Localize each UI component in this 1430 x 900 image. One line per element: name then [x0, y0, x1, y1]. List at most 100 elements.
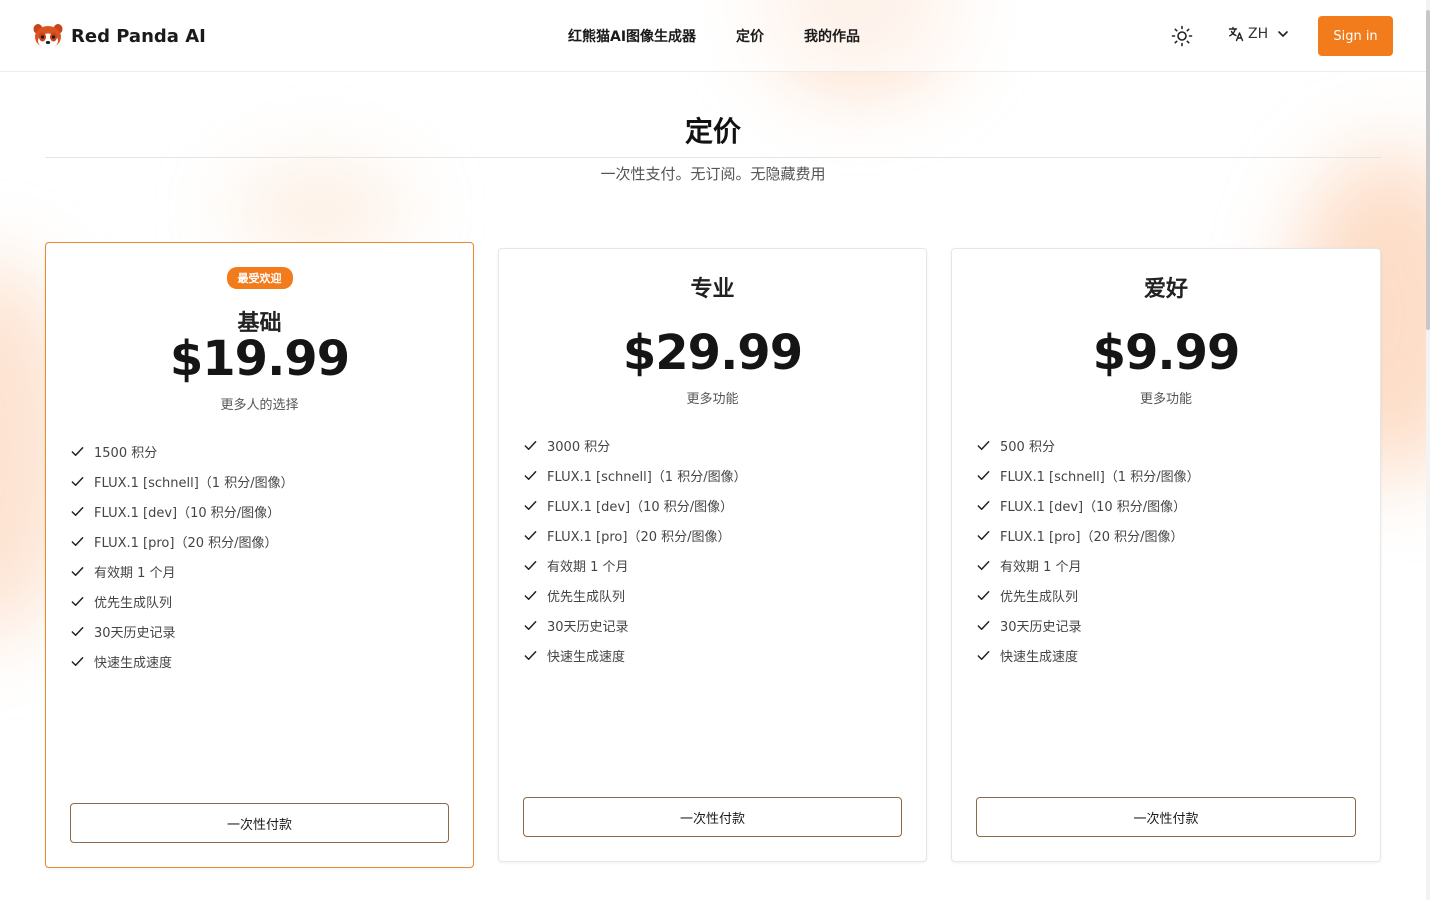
sign-in-button[interactable]: Sign in [1318, 16, 1393, 56]
feature-item: 快速生成速度 [976, 640, 1200, 670]
nav-link-generator[interactable]: 红熊猫AI图像生成器 [568, 26, 696, 46]
sun-icon[interactable] [1170, 24, 1194, 48]
feature-text: FLUX.1 [pro]（20 积分/图像） [547, 529, 731, 545]
check-icon [524, 620, 537, 630]
check-icon [71, 626, 84, 636]
check-icon [71, 566, 84, 576]
check-icon [71, 596, 84, 606]
check-icon [977, 560, 990, 570]
feature-text: 3000 积分 [547, 439, 611, 455]
nav-link-pricing[interactable]: 定价 [736, 26, 764, 46]
plan-price: $9.99 [1092, 325, 1241, 381]
check-icon [71, 506, 84, 516]
feature-item: 有效期 1 个月 [523, 550, 747, 580]
feature-list: 1500 积分 FLUX.1 [schnell]（1 积分/图像） FLUX.1… [70, 436, 294, 676]
brand-logo-link[interactable]: Red Panda AI [33, 22, 206, 50]
check-icon [977, 500, 990, 510]
language-label: ZH [1248, 26, 1269, 42]
check-icon [977, 440, 990, 450]
main-nav: 红熊猫AI图像生成器 定价 我的作品 [568, 26, 900, 46]
feature-item: 优先生成队列 [523, 580, 747, 610]
one-time-payment-button[interactable]: 一次性付款 [523, 797, 902, 837]
feature-text: 优先生成队列 [94, 595, 173, 611]
red-panda-logo-icon [33, 24, 63, 49]
check-icon [977, 470, 990, 480]
feature-item: FLUX.1 [schnell]（1 积分/图像） [523, 460, 747, 490]
feature-text: 有效期 1 个月 [94, 565, 176, 581]
feature-item: FLUX.1 [schnell]（1 积分/图像） [70, 466, 294, 496]
feature-item: FLUX.1 [dev]（10 积分/图像） [976, 490, 1200, 520]
feature-text: 优先生成队列 [547, 589, 626, 605]
nav-link-my-works[interactable]: 我的作品 [804, 26, 860, 46]
feature-item: 30天历史记录 [70, 616, 294, 646]
feature-text: 30天历史记录 [94, 625, 176, 641]
feature-item: 优先生成队列 [976, 580, 1200, 610]
one-time-payment-button[interactable]: 一次性付款 [976, 797, 1356, 837]
check-icon [524, 470, 537, 480]
check-icon [977, 620, 990, 630]
check-icon [524, 590, 537, 600]
one-time-payment-button[interactable]: 一次性付款 [70, 803, 449, 843]
feature-text: 快速生成速度 [94, 655, 173, 671]
feature-item: 快速生成速度 [70, 646, 294, 676]
feature-text: 500 积分 [1000, 439, 1055, 455]
feature-item: 有效期 1 个月 [70, 556, 294, 586]
check-icon [977, 650, 990, 660]
check-icon [524, 650, 537, 660]
feature-text: 快速生成速度 [547, 649, 626, 665]
chevron-down-icon [1278, 31, 1288, 37]
check-icon [71, 536, 84, 546]
check-icon [71, 446, 84, 456]
feature-text: 有效期 1 个月 [547, 559, 629, 575]
plan-card-pro: 专业 $29.99 更多功能 3000 积分 FLUX.1 [schnell]（… [498, 248, 927, 862]
check-icon [524, 500, 537, 510]
feature-item: FLUX.1 [schnell]（1 积分/图像） [976, 460, 1200, 490]
feature-text: 优先生成队列 [1000, 589, 1079, 605]
feature-text: FLUX.1 [dev]（10 积分/图像） [94, 505, 281, 521]
feature-item: FLUX.1 [pro]（20 积分/图像） [976, 520, 1200, 550]
plan-description: 更多功能 [686, 392, 739, 407]
check-icon [977, 530, 990, 540]
feature-item: 30天历史记录 [523, 610, 747, 640]
feature-text: 1500 积分 [94, 445, 158, 461]
feature-item: 3000 积分 [523, 430, 747, 460]
plan-name: 爱好 [1143, 277, 1188, 302]
language-selector[interactable]: ZH [1228, 26, 1290, 42]
scrollbar-thumb[interactable] [1426, 10, 1430, 330]
feature-item: 优先生成队列 [70, 586, 294, 616]
feature-text: FLUX.1 [schnell]（1 积分/图像） [1000, 469, 1200, 485]
feature-item: FLUX.1 [pro]（20 积分/图像） [523, 520, 747, 550]
plan-price: $19.99 [169, 331, 350, 387]
check-icon [524, 530, 537, 540]
feature-text: FLUX.1 [pro]（20 积分/图像） [1000, 529, 1184, 545]
scrollbar[interactable] [1426, 0, 1430, 900]
check-icon [524, 440, 537, 450]
feature-item: 快速生成速度 [523, 640, 747, 670]
feature-item: FLUX.1 [pro]（20 积分/图像） [70, 526, 294, 556]
page-subtitle: 一次性支付。无订阅。无隐藏费用 [600, 165, 826, 183]
feature-item: FLUX.1 [dev]（10 积分/图像） [70, 496, 294, 526]
plan-name: 专业 [690, 277, 735, 302]
plan-description: 更多功能 [1139, 392, 1192, 407]
title-divider [45, 157, 1381, 158]
check-icon [977, 590, 990, 600]
plan-description: 更多人的选择 [220, 398, 299, 413]
plan-card-basic: 最受欢迎 基础 $19.99 更多人的选择 1500 积分 FLUX.1 [sc… [45, 242, 474, 868]
feature-text: 快速生成速度 [1000, 649, 1079, 665]
feature-item: FLUX.1 [dev]（10 积分/图像） [523, 490, 747, 520]
brand-name: Red Panda AI [71, 25, 206, 47]
feature-text: FLUX.1 [pro]（20 积分/图像） [94, 535, 278, 551]
plan-price: $29.99 [622, 325, 803, 381]
feature-text: FLUX.1 [dev]（10 积分/图像） [1000, 499, 1187, 515]
check-icon [71, 476, 84, 486]
page-title: 定价 [684, 115, 741, 148]
feature-item: 30天历史记录 [976, 610, 1200, 640]
feature-item: 1500 积分 [70, 436, 294, 466]
feature-text: 30天历史记录 [1000, 619, 1082, 635]
feature-item: 有效期 1 个月 [976, 550, 1200, 580]
check-icon [524, 560, 537, 570]
most-popular-badge: 最受欢迎 [226, 267, 293, 289]
feature-list: 500 积分 FLUX.1 [schnell]（1 积分/图像） FLUX.1 … [976, 430, 1200, 670]
feature-item: 500 积分 [976, 430, 1200, 460]
feature-text: FLUX.1 [schnell]（1 积分/图像） [547, 469, 747, 485]
